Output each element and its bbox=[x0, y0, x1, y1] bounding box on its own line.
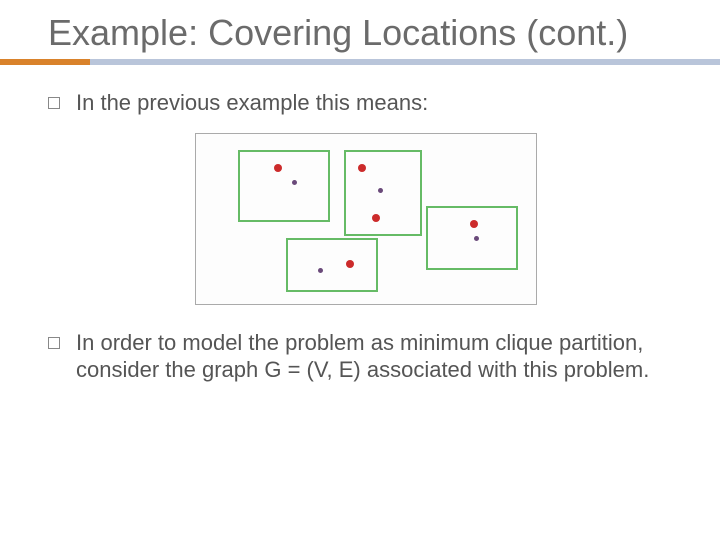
covering-diagram bbox=[195, 133, 537, 305]
figure-container bbox=[48, 133, 684, 305]
point-icon bbox=[292, 180, 297, 185]
accent-orange bbox=[0, 59, 90, 65]
cover-box bbox=[286, 238, 378, 292]
bullet-row: In the previous example this means: bbox=[48, 89, 684, 117]
point-icon bbox=[378, 188, 383, 193]
bullet-icon bbox=[48, 97, 60, 109]
slide-body: In the previous example this means: bbox=[48, 89, 684, 384]
point-icon bbox=[346, 260, 354, 268]
bullet-text: In order to model the problem as minimum… bbox=[76, 329, 684, 384]
point-icon bbox=[358, 164, 366, 172]
point-icon bbox=[318, 268, 323, 273]
cover-box bbox=[238, 150, 330, 222]
slide-title: Example: Covering Locations (cont.) bbox=[48, 12, 684, 53]
bullet-text: In the previous example this means: bbox=[76, 89, 684, 117]
point-icon bbox=[470, 220, 478, 228]
point-icon bbox=[372, 214, 380, 222]
slide: Example: Covering Locations (cont.) In t… bbox=[0, 0, 720, 540]
point-icon bbox=[474, 236, 479, 241]
bullet-row: In order to model the problem as minimum… bbox=[48, 329, 684, 384]
accent-blue bbox=[90, 59, 720, 65]
point-icon bbox=[274, 164, 282, 172]
cover-box bbox=[426, 206, 518, 270]
cover-box bbox=[344, 150, 422, 236]
bullet-icon bbox=[48, 337, 60, 349]
title-underline bbox=[0, 59, 720, 65]
